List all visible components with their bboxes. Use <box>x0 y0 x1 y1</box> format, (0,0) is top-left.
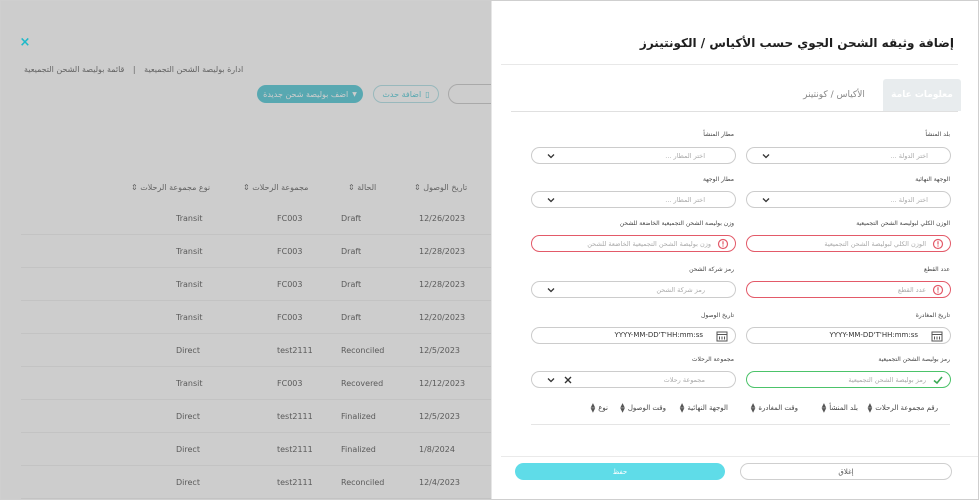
column-label: وقت الوصول <box>627 404 666 412</box>
pieces-label: عدد القطع <box>924 266 950 273</box>
chargeable-weight-placeholder: وزن بوليصة الشحن التجميعية الخاضعة للشحن <box>587 240 711 248</box>
carrier-code-select[interactable]: رمز شركة الشحن <box>531 281 736 298</box>
screen: ادارة بوليصة الشحن التجميعية | قائمة بول… <box>0 0 979 500</box>
arrival-date-label: تاريخ الوصول <box>701 312 734 319</box>
bags-column-header[interactable]: الوجهة النهائية ▲ ▼ <box>679 402 728 414</box>
total-weight-input[interactable]: الوزن الكلي لبوليصة الشحن التجميعية <box>746 235 951 252</box>
origin-airport-placeholder: اختر المطار ... <box>665 152 705 160</box>
modal-backdrop[interactable] <box>1 1 491 499</box>
flight-group-placeholder: مجموعة رحلات <box>663 376 705 384</box>
sort-icon: ▲ ▼ <box>750 402 756 414</box>
origin-country-label: بلد المنشأ <box>925 131 950 138</box>
origin-airport-label: مطار المنشأ <box>703 131 734 138</box>
mawb-code-input[interactable]: رمز بوليصة الشحن التجميعية <box>746 371 951 388</box>
error-icon <box>932 284 944 296</box>
calendar-icon[interactable] <box>931 330 943 342</box>
bags-column-header[interactable]: نوع ▲ ▼ <box>590 402 608 414</box>
flight-group-label: مجموعة الرحلات <box>691 356 734 363</box>
origin-country-placeholder: اختر الدولة ... <box>890 152 928 160</box>
departure-date-input[interactable]: YYYY-MM-DD'T'HH:mm:ss <box>746 327 951 344</box>
error-icon <box>932 238 944 250</box>
calendar-icon[interactable] <box>716 330 728 342</box>
chevron-down-icon <box>546 151 556 161</box>
mawb-code-placeholder: رمز بوليصة الشحن التجميعية <box>848 376 926 384</box>
cancel-button[interactable]: إغلاق <box>740 463 952 480</box>
error-icon <box>717 238 729 250</box>
divider <box>501 64 958 65</box>
arrival-date-value: YYYY-MM-DD'T'HH:mm:ss <box>614 331 703 339</box>
chevron-down-icon <box>546 375 556 385</box>
carrier-code-placeholder: رمز شركة الشحن <box>656 286 705 294</box>
chevron-down-icon <box>546 285 556 295</box>
pieces-placeholder: عدد القطع <box>897 286 926 294</box>
close-icon[interactable]: × <box>19 36 31 49</box>
final-destination-select[interactable]: اختر الدولة ... <box>746 191 951 208</box>
clear-icon[interactable] <box>562 374 574 386</box>
tab-bags[interactable]: الأكياس / كونتينر <box>789 79 879 111</box>
bags-column-header[interactable]: رقم مجموعة الرحلات ▲ ▼ <box>867 402 938 414</box>
panel-title: إضافة وثيقه الشحن الجوي حسب الأكياس / ال… <box>639 36 954 50</box>
save-button[interactable]: حفظ <box>515 463 725 480</box>
sort-icon: ▲ ▼ <box>590 402 596 414</box>
panel-tabs: معلومات عامة الأكياس / كونتينر <box>791 79 961 111</box>
tab-general[interactable]: معلومات عامة <box>883 79 961 111</box>
total-weight-placeholder: الوزن الكلي لبوليصة الشحن التجميعية <box>824 240 926 248</box>
chevron-down-icon <box>761 195 771 205</box>
bags-table-divider <box>531 424 950 425</box>
bags-column-header[interactable]: بلد المنشأ ▲ ▼ <box>821 402 858 414</box>
chevron-down-icon <box>546 195 556 205</box>
chevron-down-icon <box>761 151 771 161</box>
sort-icon: ▲ ▼ <box>620 402 625 414</box>
flight-group-select[interactable]: مجموعة رحلات <box>531 371 736 388</box>
destination-airport-placeholder: اختر المطار ... <box>665 196 705 204</box>
pieces-input[interactable]: عدد القطع <box>746 281 951 298</box>
column-label: نوع <box>598 404 608 412</box>
column-label: وقت المغادرة <box>758 404 798 412</box>
bags-table-header: رقم مجموعة الرحلات ▲ ▼ بلد المنشأ ▲ ▼ وقت المغ… <box>571 403 938 415</box>
footer-divider <box>501 456 978 457</box>
final-destination-placeholder: اختر الدولة ... <box>890 196 928 204</box>
column-label: الوجهة النهائية <box>687 404 728 412</box>
departure-date-label: تاريخ المغادرة <box>915 312 950 319</box>
origin-country-select[interactable]: اختر الدولة ... <box>746 147 951 164</box>
tabs-divider <box>511 111 958 112</box>
bags-column-header[interactable]: وقت الوصول ▲ ▼ <box>620 402 666 414</box>
check-icon <box>932 374 944 386</box>
destination-airport-select[interactable]: اختر المطار ... <box>531 191 736 208</box>
carrier-code-label: رمز شركة الشحن <box>689 266 734 273</box>
mawb-code-label: رمز بوليصة الشحن التجميعية <box>878 356 950 363</box>
destination-airport-label: مطار الوجهة <box>702 176 734 183</box>
arrival-date-input[interactable]: YYYY-MM-DD'T'HH:mm:ss <box>531 327 736 344</box>
departure-date-value: YYYY-MM-DD'T'HH:mm:ss <box>829 331 918 339</box>
sort-icon: ▲ ▼ <box>821 402 827 414</box>
origin-airport-select[interactable]: اختر المطار ... <box>531 147 736 164</box>
sort-icon: ▲ ▼ <box>867 402 873 414</box>
chargeable-weight-input[interactable]: وزن بوليصة الشحن التجميعية الخاضعة للشحن <box>531 235 736 252</box>
column-label: رقم مجموعة الرحلات <box>875 404 938 412</box>
sort-icon: ▲ ▼ <box>679 402 685 414</box>
final-destination-label: الوجهة النهائية <box>915 176 950 183</box>
bags-column-header[interactable]: وقت المغادرة ▲ ▼ <box>750 402 798 414</box>
chargeable-weight-label: وزن بوليصة الشحن التجميعية الخاضعة للشحن <box>619 220 734 227</box>
column-label: بلد المنشأ <box>829 404 858 412</box>
total-weight-label: الوزن الكلي لبوليصة الشحن التجميعية <box>856 220 950 227</box>
